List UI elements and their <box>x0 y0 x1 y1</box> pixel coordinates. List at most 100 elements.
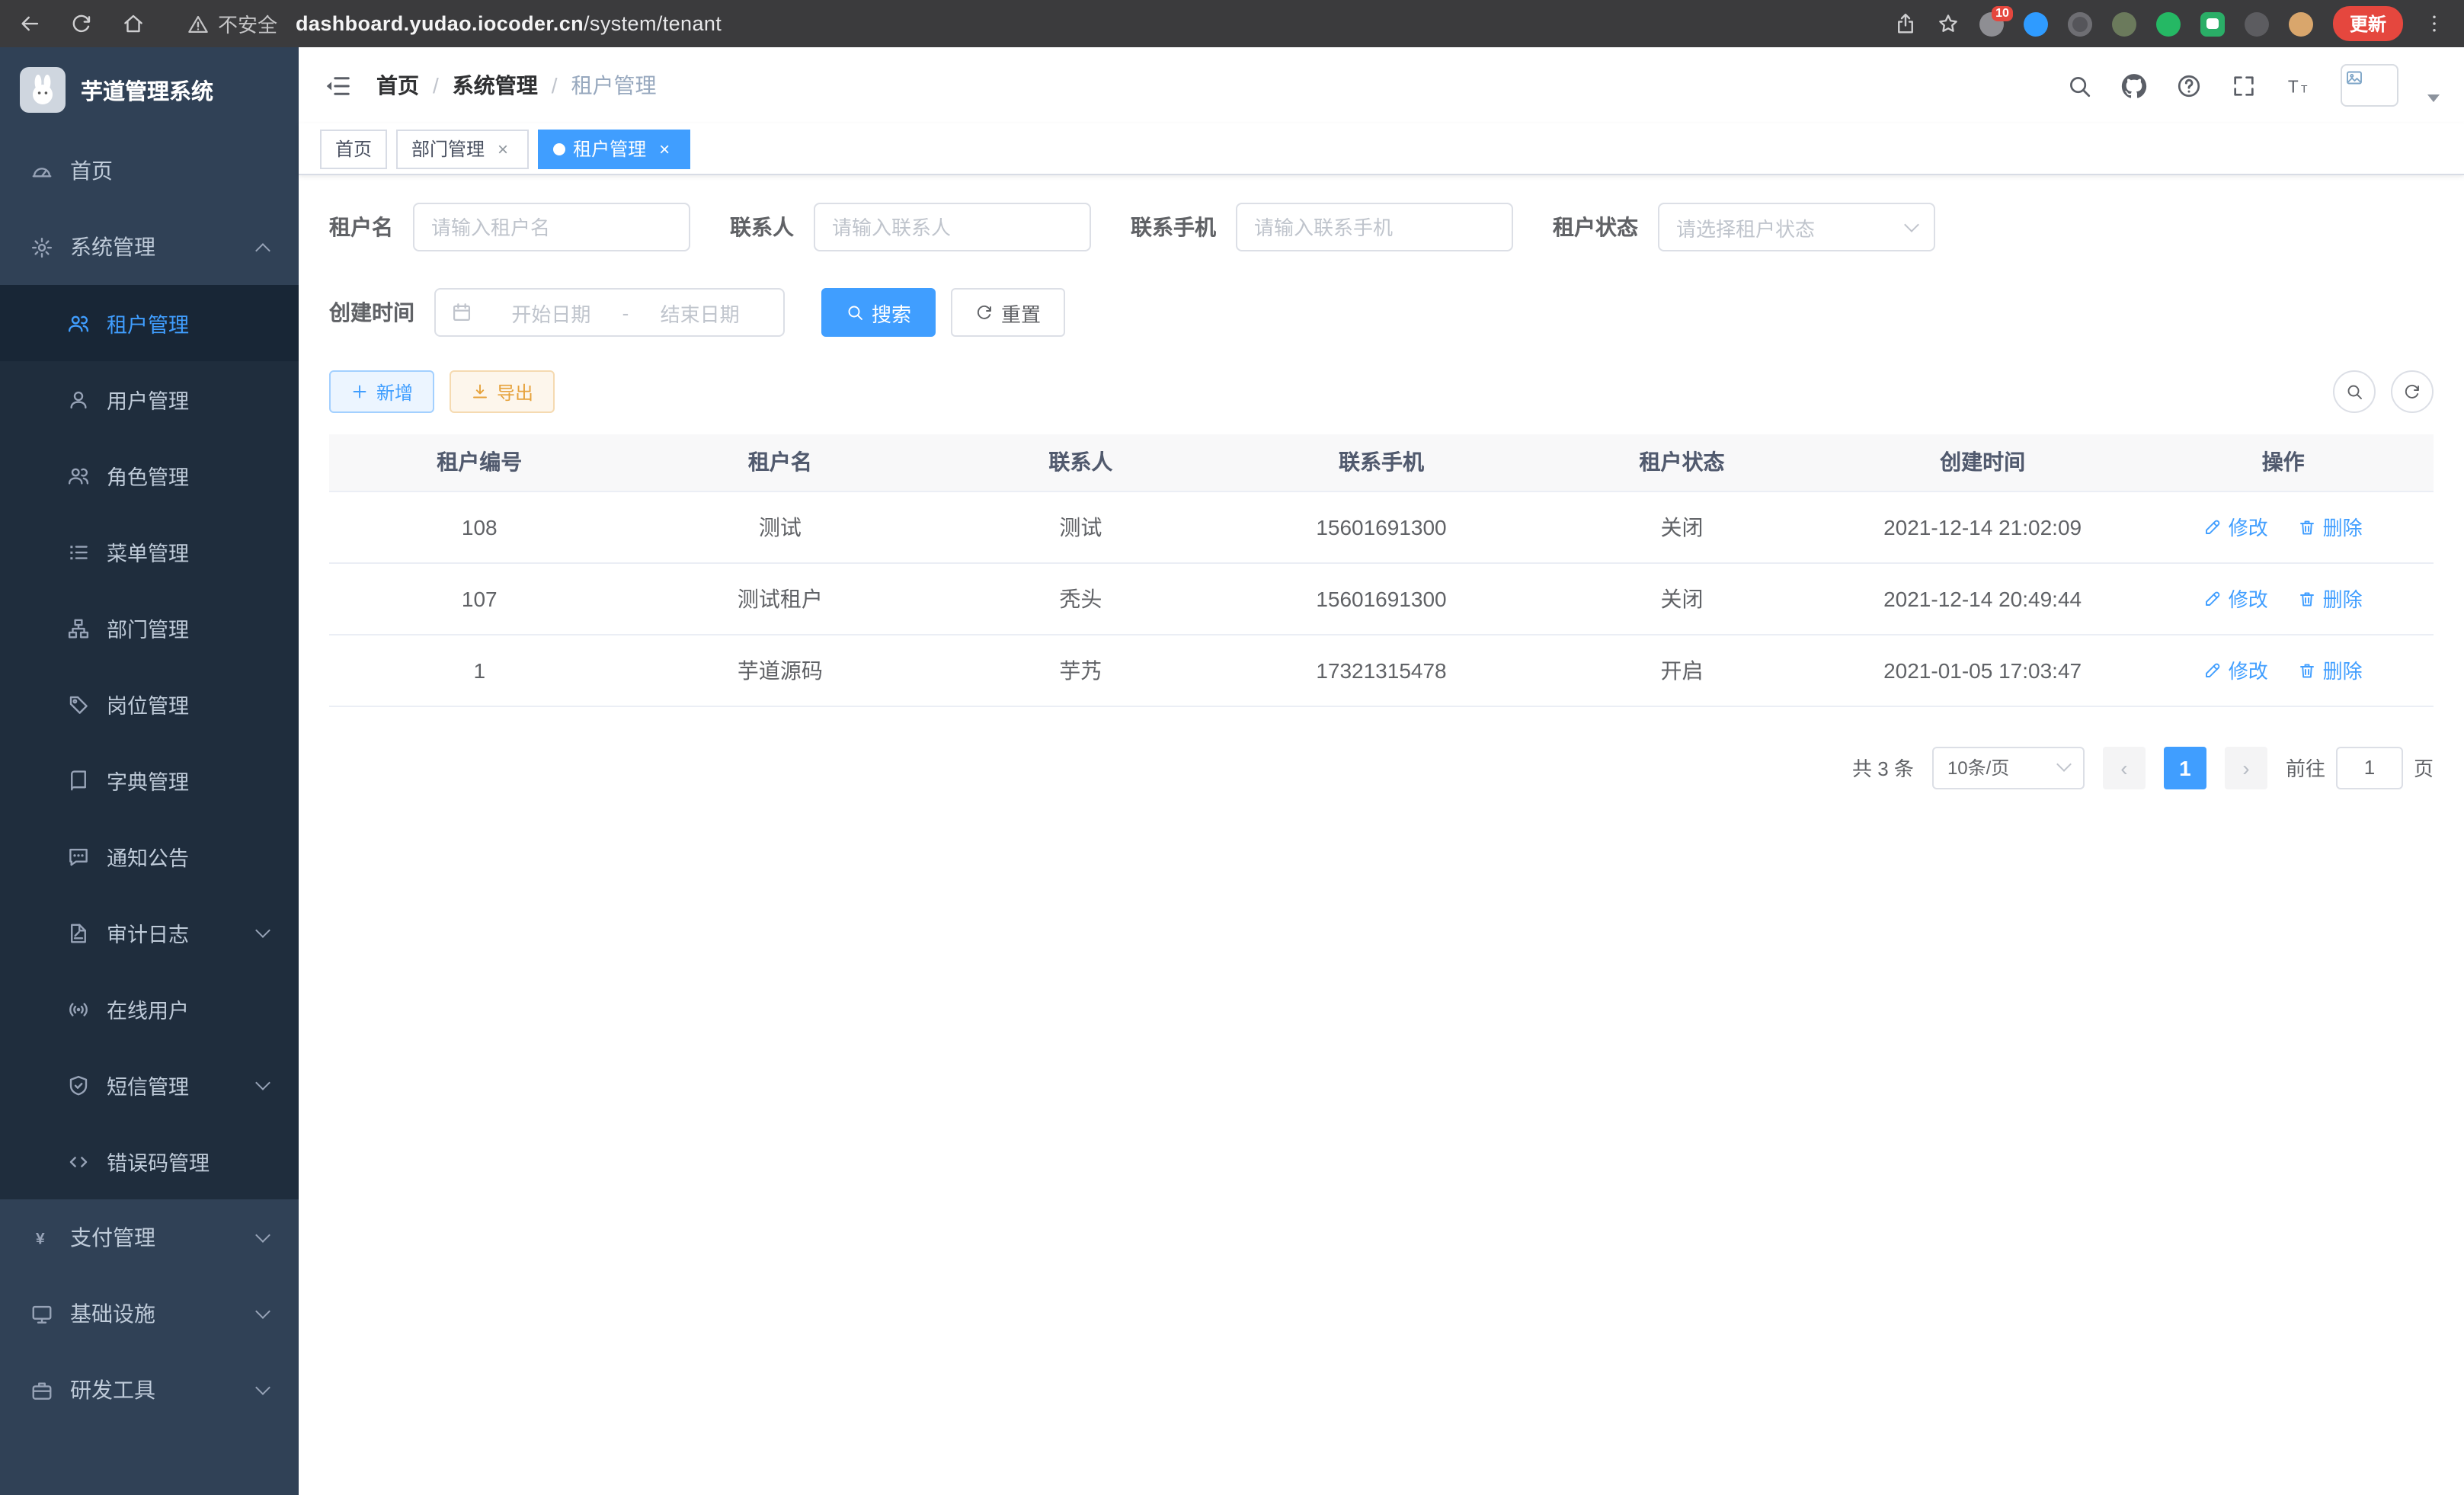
sidebar-item-label: 租户管理 <box>107 308 189 338</box>
sidebar-toggle-button[interactable] <box>323 71 352 100</box>
fullscreen-icon[interactable] <box>2231 72 2257 98</box>
briefcase-icon <box>30 1378 53 1401</box>
breadcrumb-current: 租户管理 <box>571 70 657 101</box>
tab-label: 首页 <box>335 136 372 162</box>
sidebar-item-post[interactable]: 岗位管理 <box>0 666 299 742</box>
sidebar-item-audit-log[interactable]: 审计日志 <box>0 895 299 971</box>
site-security[interactable]: 不安全 <box>187 9 277 38</box>
cell-tenant-name: 测试租户 <box>630 562 931 634</box>
create-time-label: 创建时间 <box>329 297 414 328</box>
close-icon[interactable]: × <box>492 138 514 159</box>
goto-page: 前往 页 <box>2286 746 2434 789</box>
sidebar-item-role[interactable]: 角色管理 <box>0 437 299 514</box>
monitor-icon <box>30 1302 53 1325</box>
help-icon[interactable] <box>2176 72 2202 98</box>
next-page-button[interactable]: › <box>2225 746 2267 789</box>
tenant-name-input[interactable] <box>413 203 690 251</box>
broken-image-icon <box>2345 69 2363 87</box>
profile-avatar[interactable] <box>2289 11 2313 36</box>
header-actions <box>2066 64 2440 107</box>
col-tenant-id: 租户编号 <box>329 434 630 491</box>
add-button[interactable]: 新增 <box>329 370 434 413</box>
page-number-button[interactable]: 1 <box>2164 746 2206 789</box>
yen-icon <box>30 1226 53 1249</box>
browser-home-icon[interactable] <box>122 12 145 35</box>
sidebar-item-label: 研发工具 <box>70 1375 155 1405</box>
sidebar-item-pay[interactable]: 支付管理 <box>0 1199 299 1276</box>
contact-input[interactable] <box>814 203 1091 251</box>
font-size-icon[interactable] <box>2286 72 2312 98</box>
status-select[interactable]: 请选择租户状态 <box>1658 203 1935 251</box>
reset-button[interactable]: 重置 <box>951 288 1065 337</box>
sidebar-item-error-code[interactable]: 错误码管理 <box>0 1123 299 1199</box>
dark-extension-icon[interactable] <box>2068 11 2092 36</box>
browser-menu-icon[interactable] <box>2423 12 2446 35</box>
refresh-table-button[interactable] <box>2391 370 2434 413</box>
sidebar-item-dev-tool[interactable]: 研发工具 <box>0 1352 299 1428</box>
tab-tenant[interactable]: 租户管理× <box>538 129 690 168</box>
sidebar-item-online-user[interactable]: 在线用户 <box>0 971 299 1047</box>
sidebar-item-user[interactable]: 用户管理 <box>0 361 299 437</box>
browser-actions: 10 更新 <box>1894 6 2446 41</box>
update-button[interactable]: 更新 <box>2333 6 2403 41</box>
edit-button[interactable]: 修改 <box>2204 512 2268 541</box>
sidebar-item-dict[interactable]: 字典管理 <box>0 742 299 818</box>
extension-badge-icon[interactable]: 10 <box>1979 11 2004 36</box>
prev-page-button[interactable]: ‹ <box>2103 746 2146 789</box>
sidebar-item-menu[interactable]: 菜单管理 <box>0 514 299 590</box>
filter-row-1: 租户名 联系人 联系手机 租户状态 请选择租户状态 <box>329 203 2434 251</box>
close-icon[interactable]: × <box>654 138 675 159</box>
chat-extension-icon[interactable] <box>2200 11 2225 36</box>
blue-extension-icon[interactable] <box>2024 11 2048 36</box>
edit-button[interactable]: 修改 <box>2204 655 2268 684</box>
sidebar-item-sms[interactable]: 短信管理 <box>0 1047 299 1123</box>
search-button[interactable]: 搜索 <box>821 288 936 337</box>
goto-page-input[interactable] <box>2336 746 2403 789</box>
pin-extension-icon[interactable] <box>2245 11 2269 36</box>
sidebar-item-label: 系统管理 <box>70 232 155 262</box>
address-bar[interactable]: dashboard.yudao.iocoder.cn/system/tenant <box>296 12 722 35</box>
cell-tenant-id: 108 <box>329 491 630 562</box>
gear-icon <box>30 235 53 258</box>
github-icon[interactable] <box>2121 72 2147 98</box>
delete-button[interactable]: 删除 <box>2299 655 2363 684</box>
green-extension-icon[interactable] <box>2156 11 2181 36</box>
search-icon <box>2345 383 2363 401</box>
delete-button[interactable]: 删除 <box>2299 512 2363 541</box>
filter-row-2: 创建时间 开始日期 - 结束日期 搜索 重置 <box>329 288 2434 337</box>
reload-icon[interactable] <box>70 12 93 35</box>
share-icon[interactable] <box>1894 12 1917 35</box>
tab-dept[interactable]: 部门管理× <box>396 129 529 168</box>
sidebar-item-infra[interactable]: 基础设施 <box>0 1276 299 1352</box>
bookmark-star-icon[interactable] <box>1937 12 1960 35</box>
total-count: 共 3 条 <box>1852 753 1914 782</box>
sidebar-item-home[interactable]: 首页 <box>0 133 299 209</box>
sidebar-item-tenant[interactable]: 租户管理 <box>0 285 299 361</box>
search-icon[interactable] <box>2066 72 2092 98</box>
tenant-icon <box>67 312 90 335</box>
delete-button[interactable]: 删除 <box>2299 584 2363 613</box>
calendar-icon <box>451 302 472 323</box>
olive-extension-icon[interactable] <box>2112 11 2136 36</box>
phone-input[interactable] <box>1236 203 1513 251</box>
edit-button[interactable]: 修改 <box>2204 584 2268 613</box>
breadcrumb-home[interactable]: 首页 <box>376 70 419 101</box>
page-size-select[interactable]: 10条/页 <box>1932 746 2085 789</box>
chat-icon <box>67 845 90 868</box>
breadcrumb-system[interactable]: 系统管理 <box>453 70 538 101</box>
sidebar-item-dept[interactable]: 部门管理 <box>0 590 299 666</box>
avatar-caret-icon[interactable] <box>2427 94 2440 101</box>
back-icon[interactable] <box>18 12 41 35</box>
toggle-search-button[interactable] <box>2333 370 2376 413</box>
chevron-up-icon <box>255 242 270 258</box>
range-separator: - <box>619 301 632 324</box>
user-avatar[interactable] <box>2341 64 2398 107</box>
sidebar-item-notice[interactable]: 通知公告 <box>0 818 299 895</box>
status-select-placeholder: 请选择租户状态 <box>1676 213 1815 242</box>
export-button[interactable]: 导出 <box>450 370 555 413</box>
date-range-picker[interactable]: 开始日期 - 结束日期 <box>434 288 785 337</box>
tab-home[interactable]: 首页 <box>320 129 387 168</box>
sidebar-item-system[interactable]: 系统管理 <box>0 209 299 285</box>
rabbit-logo-icon <box>24 72 61 108</box>
end-date-placeholder: 结束日期 <box>632 298 768 327</box>
